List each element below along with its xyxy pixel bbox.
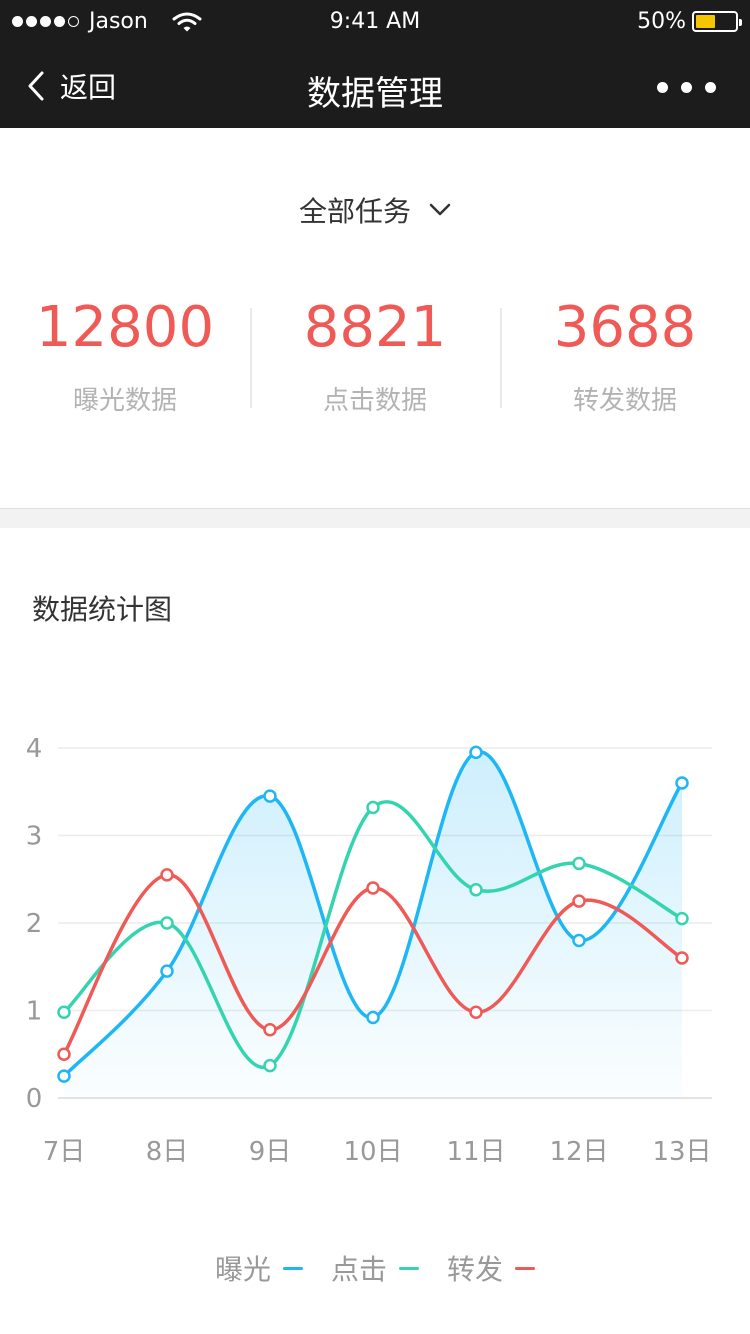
battery-percent: 50% — [637, 9, 686, 34]
x-tick-label: 11日 — [446, 1137, 505, 1167]
y-tick-label: 0 — [26, 1084, 43, 1114]
legend-label: 点击 — [330, 1253, 387, 1286]
legend-item[interactable]: 点击 — [331, 1248, 419, 1288]
stat-exposure: 12800 曝光数据 — [0, 290, 250, 420]
stat-label: 点击数据 — [322, 386, 427, 416]
stat-label: 曝光数据 — [72, 386, 177, 416]
data-point-转发 — [366, 881, 380, 895]
data-point-曝光 — [572, 933, 586, 948]
x-tick-label: 8日 — [146, 1137, 189, 1167]
data-point-曝光 — [469, 745, 483, 760]
y-tick-label: 2 — [26, 909, 43, 939]
data-point-转发 — [572, 894, 586, 908]
legend-item[interactable]: 转发 — [447, 1248, 536, 1288]
data-point-点击 — [366, 800, 380, 815]
data-point-转发 — [675, 951, 689, 965]
data-point-曝光 — [57, 1069, 71, 1083]
stat-value: 12800 — [35, 295, 215, 360]
data-point-转发 — [263, 1023, 277, 1037]
data-point-点击 — [57, 1005, 71, 1019]
stat-value: 3688 — [553, 295, 697, 360]
legend-label: 曝光 — [214, 1253, 271, 1286]
section-divider — [0, 508, 750, 528]
data-point-转发 — [160, 868, 174, 882]
x-tick-label: 7日 — [43, 1137, 86, 1167]
data-point-曝光 — [263, 789, 277, 803]
data-point-曝光 — [675, 776, 689, 790]
data-point-点击 — [675, 911, 689, 926]
more-dot-icon — [681, 82, 692, 93]
task-filter-label: 全部任务 — [298, 195, 411, 228]
stats-summary: 12800 曝光数据 8821 点击数据 3688 转发数据 — [0, 290, 750, 420]
more-dot-icon — [705, 82, 716, 93]
data-point-点击 — [572, 856, 586, 871]
battery-info: 50% — [637, 9, 742, 34]
legend-swatch — [399, 1266, 419, 1270]
more-button[interactable] — [657, 82, 716, 93]
nav-bar: 返回 数据管理 — [0, 44, 750, 128]
y-tick-label: 4 — [26, 734, 43, 764]
data-point-点击 — [263, 1058, 277, 1073]
page-title: 数据管理 — [307, 74, 443, 114]
legend-swatch — [515, 1266, 536, 1270]
chevron-down-icon — [429, 203, 451, 216]
chart-title: 数据统计图 — [32, 593, 173, 626]
task-filter-dropdown[interactable]: 全部任务 — [0, 190, 750, 230]
y-tick-label: 3 — [26, 822, 43, 852]
x-tick-label: 13日 — [652, 1137, 711, 1167]
data-point-曝光 — [160, 964, 174, 978]
data-point-转发 — [469, 1005, 483, 1019]
data-point-曝光 — [366, 1010, 380, 1025]
more-dot-icon — [657, 82, 668, 93]
y-tick-label: 1 — [26, 997, 43, 1027]
data-point-点击 — [160, 916, 174, 930]
x-tick-label: 10日 — [343, 1137, 402, 1167]
x-tick-label: 9日 — [249, 1137, 292, 1167]
battery-icon — [692, 11, 742, 32]
legend-label: 转发 — [447, 1253, 504, 1286]
stat-value: 8821 — [303, 295, 447, 360]
stat-forward: 3688 转发数据 — [500, 290, 750, 420]
chart-legend: 曝光 点击 转发 — [0, 1248, 750, 1288]
legend-swatch — [282, 1266, 303, 1270]
x-tick-label: 12日 — [549, 1137, 608, 1167]
status-bar: Jason 9:41 AM 50% — [0, 0, 750, 44]
data-point-点击 — [469, 883, 483, 897]
stat-label: 转发数据 — [572, 386, 677, 416]
line-chart: 0 1 2 3 4 7日 8日 9日 10日 11日 12日 13日 — [26, 734, 712, 1167]
legend-item[interactable]: 曝光 — [215, 1248, 303, 1288]
stat-click: 8821 点击数据 — [250, 290, 500, 420]
data-point-转发 — [57, 1047, 71, 1061]
